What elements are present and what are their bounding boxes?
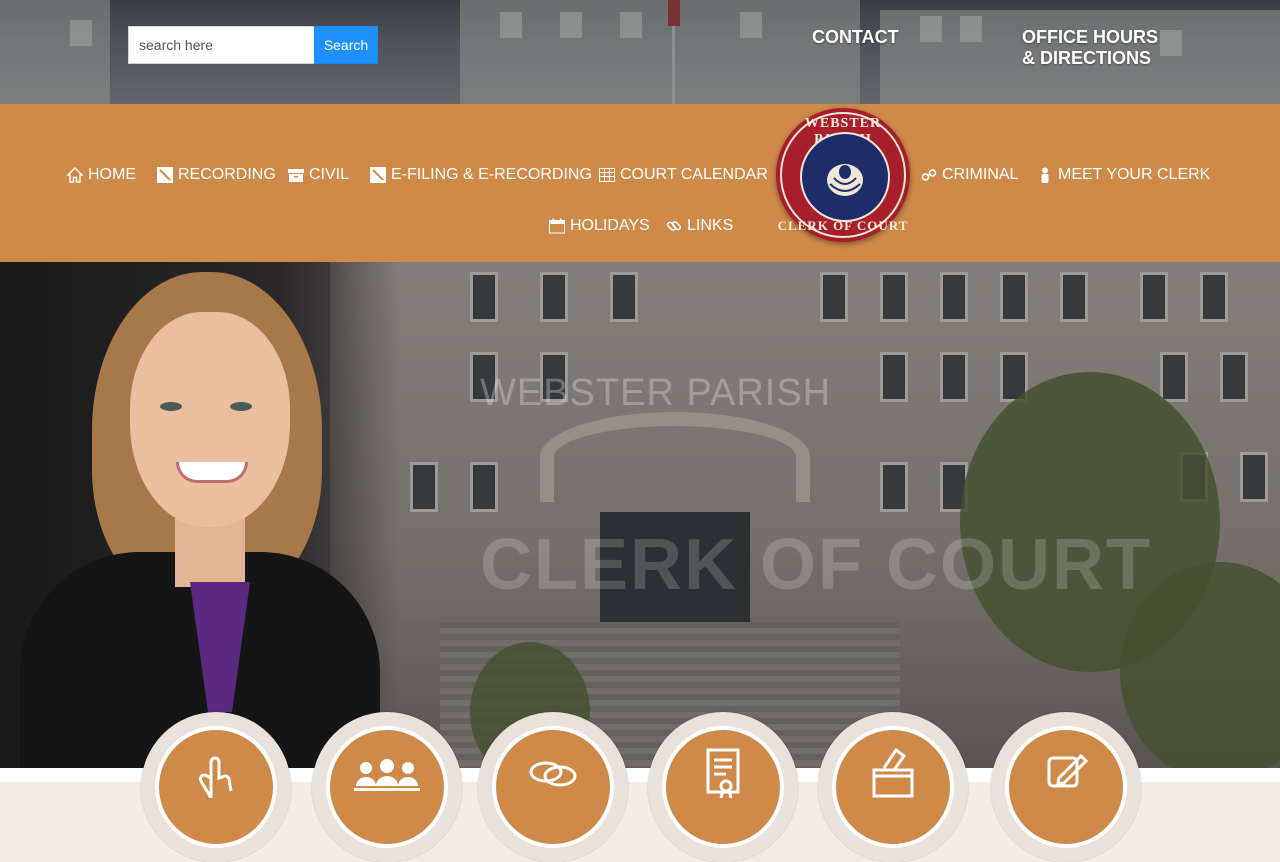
group-icon bbox=[354, 759, 420, 791]
service-button-certificate[interactable] bbox=[648, 712, 798, 862]
handcuffs-icon bbox=[921, 169, 937, 181]
clerk-neck bbox=[175, 517, 245, 587]
nav-item-label: LINKS bbox=[687, 217, 734, 234]
office-hours-link[interactable]: OFFICE HOURS & DIRECTIONS bbox=[1022, 27, 1158, 69]
contact-link[interactable]: CONTACT bbox=[812, 27, 899, 48]
person-icon bbox=[1041, 167, 1049, 183]
seal-bottom-text: CLERK OF COURT bbox=[777, 218, 909, 233]
nav-item-label: CRIMINAL bbox=[942, 166, 1019, 183]
home-icon bbox=[67, 167, 83, 183]
nav-item-recording[interactable]: RECORDING bbox=[157, 166, 276, 184]
nav-item-label: COURT CALENDAR bbox=[620, 166, 768, 183]
pen-icon bbox=[370, 167, 386, 183]
nav-item-label: HOLIDAYS bbox=[570, 217, 650, 234]
ballot-box-icon bbox=[872, 748, 914, 798]
clerk-eye bbox=[230, 402, 252, 411]
nav-item-meet-your-clerk[interactable]: MEET YOUR CLERK bbox=[1037, 166, 1210, 184]
search-button[interactable]: Search bbox=[314, 26, 378, 64]
nav-item-links[interactable]: LINKS bbox=[666, 217, 733, 235]
pelican-icon bbox=[827, 164, 863, 196]
nav-item-efiling[interactable]: E-FILING & E-RECORDING bbox=[370, 166, 592, 184]
nav-item-court-calendar[interactable]: COURT CALENDAR bbox=[599, 166, 768, 184]
nav-item-label: CIVIL bbox=[309, 166, 350, 183]
nav-item-holidays[interactable]: HOLIDAYS bbox=[549, 217, 650, 235]
clerk-seal-logo[interactable]: WEBSTER PARISH CLERK OF COURT bbox=[776, 108, 910, 242]
calendar-icon bbox=[549, 218, 565, 234]
nav-item-label: RECORDING bbox=[178, 166, 276, 183]
link-icon bbox=[666, 221, 682, 231]
clerk-face bbox=[130, 312, 290, 527]
seal-center bbox=[800, 132, 890, 222]
hero-banner: WEBSTER PARISH CLERK OF COURT bbox=[0, 262, 1280, 768]
edit-form-icon bbox=[1047, 753, 1089, 788]
service-button-group[interactable] bbox=[312, 712, 462, 862]
pointer-hand-icon bbox=[198, 756, 233, 798]
service-button-elections[interactable] bbox=[818, 712, 968, 862]
pen-icon bbox=[157, 167, 173, 183]
service-button-forms[interactable] bbox=[991, 712, 1141, 862]
nav-item-label: E-FILING & E-RECORDING bbox=[391, 166, 592, 183]
search-form: Search bbox=[128, 26, 378, 64]
hero-title-line2: CLERK OF COURT bbox=[480, 525, 1152, 605]
hero-title-line1: WEBSTER PARISH bbox=[480, 372, 832, 414]
rings-icon bbox=[529, 761, 577, 787]
top-banner: Search CONTACT OFFICE HOURS & DIRECTIONS bbox=[0, 0, 1280, 104]
certificate-icon bbox=[706, 748, 740, 798]
nav-item-civil[interactable]: CIVIL bbox=[288, 166, 349, 184]
archive-icon bbox=[288, 169, 304, 182]
nav-item-label: HOME bbox=[88, 166, 136, 183]
nav-item-label: MEET YOUR CLERK bbox=[1058, 166, 1211, 183]
search-input[interactable] bbox=[128, 26, 314, 64]
main-nav: HOME RECORDING CIVIL E-FILING & E-RECORD… bbox=[0, 104, 1280, 262]
calendar-grid-icon bbox=[599, 168, 615, 182]
clerk-photo bbox=[0, 262, 400, 768]
nav-item-home[interactable]: HOME bbox=[67, 166, 136, 184]
nav-item-criminal[interactable]: CRIMINAL bbox=[921, 166, 1018, 184]
clerk-smile bbox=[176, 462, 248, 483]
clerk-eye bbox=[160, 402, 182, 411]
service-button-pointer[interactable] bbox=[141, 712, 291, 862]
service-button-marriage[interactable] bbox=[478, 712, 628, 862]
